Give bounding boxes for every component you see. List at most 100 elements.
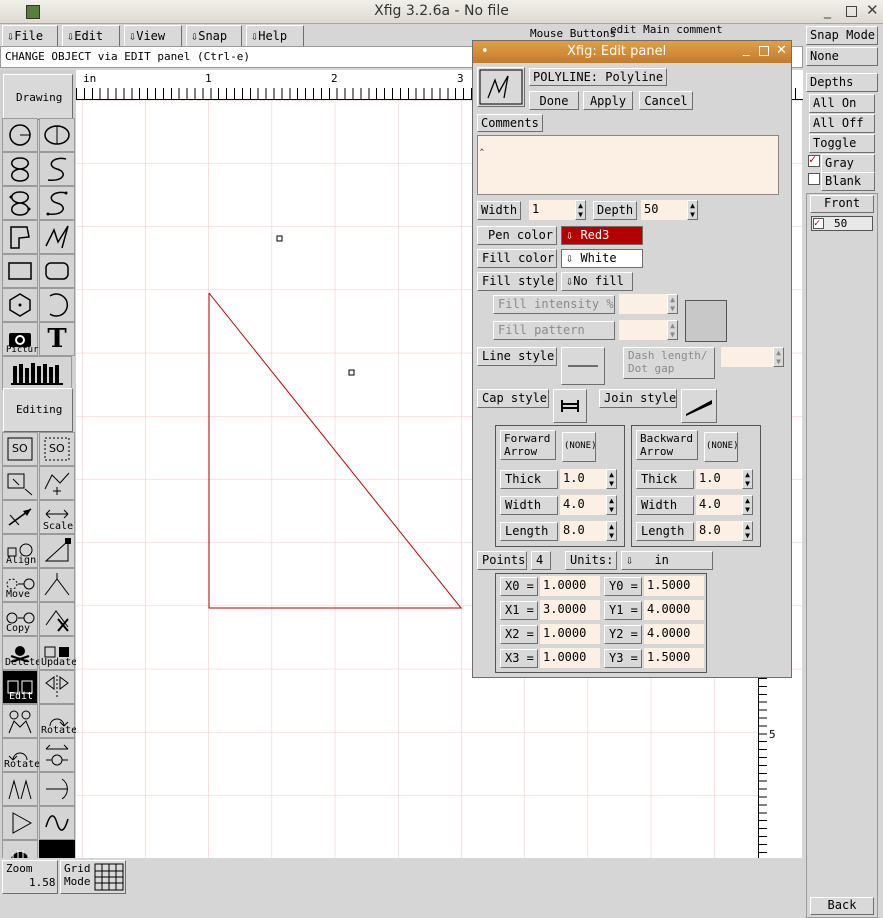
menu-file[interactable]: ⇩File bbox=[2, 25, 58, 47]
bwd-thick-spinner[interactable]: ▲ ▼ bbox=[742, 469, 753, 489]
triangle-points-icon[interactable] bbox=[2, 806, 38, 840]
line-style-button[interactable] bbox=[561, 347, 605, 385]
width-spinner[interactable]: ▲ ▼ bbox=[575, 200, 586, 220]
blank-checkbox[interactable] bbox=[808, 173, 820, 185]
library-icon[interactable] bbox=[2, 356, 72, 390]
polygon-icon[interactable] bbox=[2, 220, 38, 254]
join-style-button[interactable] bbox=[681, 389, 717, 423]
anchor-icon[interactable] bbox=[2, 772, 38, 806]
close-icon[interactable]: ✕ bbox=[866, 1, 879, 19]
x3-field[interactable]: 1.0000 bbox=[540, 648, 600, 668]
depth-spinner[interactable]: ▲ ▼ bbox=[687, 200, 698, 220]
fill-pattern-spinner[interactable]: ▲ ▼ bbox=[667, 320, 678, 340]
editing-mode-button[interactable]: Editing bbox=[3, 388, 73, 432]
fill-intensity-spinner[interactable]: ▲ ▼ bbox=[667, 294, 678, 314]
polyline-icon[interactable] bbox=[39, 220, 75, 254]
done-button[interactable]: Done bbox=[529, 91, 579, 110]
scale-icon[interactable]: Scale bbox=[39, 500, 75, 534]
dialog-close-icon[interactable]: ✕ bbox=[776, 43, 787, 58]
maximize-icon[interactable] bbox=[846, 6, 857, 17]
zoom-button[interactable]: Zoom 1.58 bbox=[2, 860, 58, 894]
depth-item[interactable]: ✓ 50 bbox=[811, 216, 873, 231]
move-icon[interactable]: Move bbox=[2, 568, 38, 602]
delete-icon[interactable]: Delete bbox=[2, 636, 41, 670]
grid-mode-button[interactable]: Grid Mode bbox=[60, 860, 126, 894]
update-icon[interactable]: Update bbox=[39, 636, 77, 670]
text-icon[interactable]: T bbox=[39, 322, 75, 356]
open-compound-icon[interactable] bbox=[2, 466, 38, 500]
regular-polygon-icon[interactable] bbox=[2, 288, 38, 322]
x2-field[interactable]: 1.0000 bbox=[540, 624, 600, 644]
all-off-button[interactable]: All Off bbox=[809, 114, 875, 133]
gray-checkbox[interactable]: ✓ bbox=[808, 152, 820, 167]
depth-checkbox[interactable]: ✓ bbox=[813, 218, 824, 229]
arrow-mode-icon[interactable] bbox=[2, 500, 38, 534]
delete-point-icon[interactable] bbox=[39, 602, 75, 636]
bwd-length-field[interactable]: 8.0 bbox=[696, 521, 742, 541]
glue-icon[interactable]: SO bbox=[2, 432, 38, 466]
pen-color-button[interactable]: ⇩ Red3 bbox=[561, 226, 643, 245]
fwd-length-field[interactable]: 8.0 bbox=[560, 521, 606, 541]
fill-style-button[interactable]: ⇩No fill bbox=[561, 272, 633, 291]
rotate-ccw-icon[interactable]: Rotate bbox=[2, 738, 40, 772]
backward-arrow-type-button[interactable]: (NONE) bbox=[704, 432, 739, 462]
picture-icon[interactable]: Picture bbox=[2, 322, 44, 356]
convert-icon[interactable] bbox=[39, 738, 75, 772]
fwd-thick-spinner[interactable]: ▲ ▼ bbox=[606, 469, 617, 489]
fill-intensity-field[interactable] bbox=[619, 294, 669, 314]
break-icon[interactable]: SO bbox=[39, 432, 75, 466]
y2-field[interactable]: 4.0000 bbox=[644, 624, 704, 644]
dialog-maximize-icon[interactable] bbox=[759, 46, 769, 56]
dialog-minimize-icon[interactable]: _ bbox=[743, 42, 750, 57]
fill-pattern-field[interactable] bbox=[619, 320, 669, 340]
align-icon[interactable]: Align bbox=[2, 534, 38, 568]
wave-icon[interactable] bbox=[39, 806, 75, 840]
flip-horizontal-icon[interactable] bbox=[2, 704, 38, 738]
menu-snap[interactable]: ⇩Snap bbox=[186, 25, 242, 47]
bwd-thick-field[interactable]: 1.0 bbox=[696, 469, 742, 489]
copy-icon[interactable]: Copy bbox=[2, 602, 38, 636]
closed-spline-icon[interactable] bbox=[2, 152, 38, 186]
menu-help[interactable]: ⇩Help bbox=[246, 25, 304, 47]
add-point-icon[interactable] bbox=[39, 466, 75, 500]
cancel-button[interactable]: Cancel bbox=[639, 91, 693, 110]
depth-field[interactable]: 50 bbox=[641, 200, 689, 220]
bwd-width-field[interactable]: 4.0 bbox=[696, 495, 742, 515]
y3-field[interactable]: 1.5000 bbox=[644, 648, 704, 668]
ellipse-radius-icon[interactable] bbox=[39, 118, 75, 152]
apply-button[interactable]: Apply bbox=[583, 91, 633, 110]
forward-arrow-type-button[interactable]: (NONE) bbox=[562, 432, 597, 462]
menu-edit[interactable]: ⇩Edit bbox=[62, 25, 120, 47]
arc-box-icon[interactable] bbox=[39, 254, 75, 288]
toggle-button[interactable]: Toggle bbox=[809, 134, 875, 153]
dash-length-spinner[interactable]: ▲ ▼ bbox=[773, 347, 784, 367]
comments-textarea[interactable]: ‸ bbox=[477, 135, 779, 195]
fill-color-button[interactable]: ⇩ White bbox=[561, 249, 643, 268]
flip-vertical-icon[interactable] bbox=[39, 670, 75, 704]
rotate-icon[interactable]: Rotate bbox=[39, 704, 77, 738]
open-xspline-icon[interactable] bbox=[39, 186, 75, 220]
dash-length-field[interactable] bbox=[721, 347, 773, 367]
open-spline-icon[interactable] bbox=[39, 152, 75, 186]
arrow-bend-icon[interactable] bbox=[39, 772, 75, 806]
snap-mode-value[interactable]: None bbox=[806, 47, 878, 66]
x0-field[interactable]: 1.0000 bbox=[540, 576, 600, 596]
box-icon[interactable] bbox=[2, 254, 38, 288]
fwd-width-field[interactable]: 4.0 bbox=[560, 495, 606, 515]
drawing-mode-button[interactable]: Drawing bbox=[3, 74, 73, 120]
y1-field[interactable]: 4.0000 bbox=[644, 600, 704, 620]
arc-icon[interactable] bbox=[39, 288, 75, 322]
fwd-thick-field[interactable]: 1.0 bbox=[560, 469, 606, 489]
fwd-length-spinner[interactable]: ▲ ▼ bbox=[606, 521, 617, 541]
y0-field[interactable]: 1.5000 bbox=[644, 576, 704, 596]
bwd-width-spinner[interactable]: ▲ ▼ bbox=[742, 495, 753, 515]
move-point-icon[interactable] bbox=[39, 568, 75, 602]
width-field[interactable]: 1 bbox=[529, 200, 577, 220]
edit-point-icon[interactable] bbox=[39, 534, 75, 568]
dialog-menu-icon[interactable]: • bbox=[481, 44, 489, 59]
menu-view[interactable]: ⇩View bbox=[124, 25, 182, 47]
minimize-icon[interactable]: _ bbox=[824, 3, 831, 19]
all-on-button[interactable]: All On bbox=[809, 94, 875, 113]
x1-field[interactable]: 3.0000 bbox=[540, 600, 600, 620]
circle-radius-icon[interactable] bbox=[2, 118, 38, 152]
